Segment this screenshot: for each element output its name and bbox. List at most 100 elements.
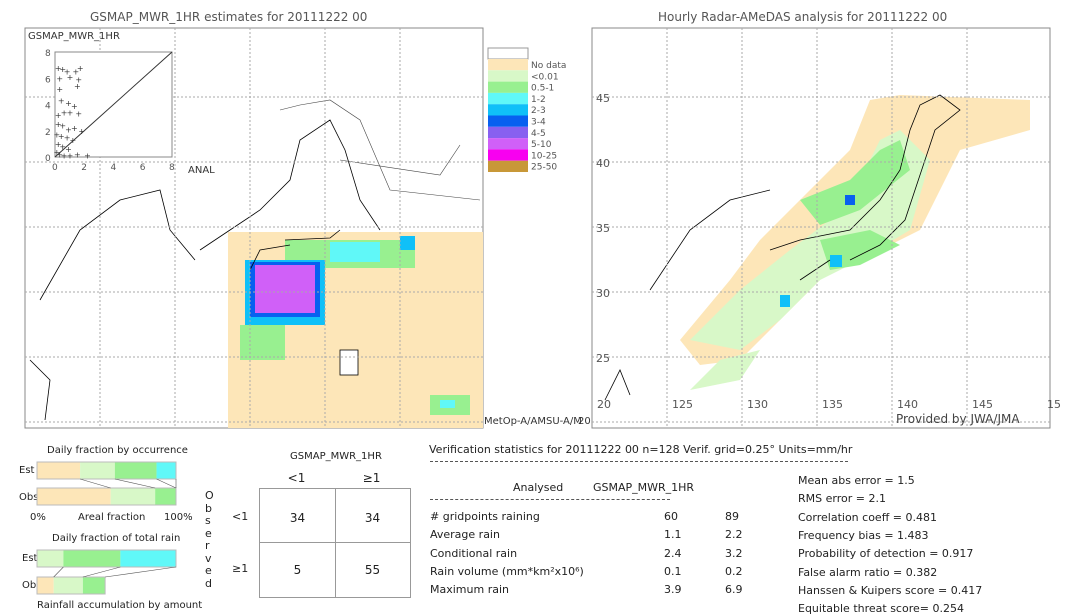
row-label: ≥1 bbox=[232, 562, 249, 575]
legend-label: 1-2 bbox=[531, 95, 546, 105]
stats-header: Verification statistics for 20111222 00 … bbox=[429, 443, 853, 456]
lat-tick: 35 bbox=[596, 222, 610, 235]
legend-swatch bbox=[488, 104, 528, 116]
lon-tick: 135 bbox=[822, 398, 843, 411]
y-tick: 2 bbox=[45, 128, 51, 138]
stat-analysed: 1.1 bbox=[664, 528, 682, 542]
table-cell: 34 bbox=[289, 511, 306, 525]
legend-label: 5-10 bbox=[531, 140, 552, 150]
inset-label: GSMAP_MWR_1HR bbox=[28, 31, 120, 42]
lat-tick: 45 bbox=[596, 92, 610, 105]
scatter-point: + bbox=[71, 124, 78, 133]
bar-segment bbox=[37, 488, 111, 505]
x-tick: 2 bbox=[81, 163, 87, 173]
legend-swatch bbox=[488, 160, 528, 172]
divider bbox=[430, 499, 670, 500]
x-tick: 0 bbox=[52, 163, 58, 173]
x-tick: 4 bbox=[111, 163, 117, 173]
legend-swatch bbox=[488, 115, 528, 127]
y-tick: 0 bbox=[45, 154, 51, 164]
col-gsmap: GSMAP_MWR_1HR bbox=[593, 481, 695, 494]
score: Equitable threat score= 0.254 bbox=[798, 602, 964, 615]
legend-swatch bbox=[488, 138, 528, 150]
stat-label: Average rain bbox=[430, 528, 500, 542]
inset-xlabel: ANAL bbox=[188, 165, 215, 176]
contingency-table: 34 34 5 55 bbox=[259, 488, 411, 598]
scatter-point: + bbox=[75, 110, 82, 119]
row-label: <1 bbox=[232, 510, 249, 523]
table-cell: 55 bbox=[364, 563, 381, 577]
scatter-point: + bbox=[74, 150, 81, 159]
legend-swatch bbox=[488, 149, 528, 161]
score: RMS error = 2.1 bbox=[798, 492, 886, 506]
col-analysed: Analysed bbox=[513, 481, 564, 494]
scatter-point: + bbox=[67, 108, 74, 117]
stat-gsmap: 89 bbox=[725, 510, 739, 523]
row-title: Observed bbox=[205, 489, 214, 590]
score: Hanssen & Kuipers score = 0.417 bbox=[798, 583, 983, 597]
scatter-point: + bbox=[56, 74, 63, 83]
lat-tick: 30 bbox=[596, 287, 610, 300]
stat-gsmap: 3.2 bbox=[725, 546, 743, 560]
bar-segment bbox=[80, 462, 115, 479]
legend-swatch bbox=[488, 92, 528, 105]
scatter-point: + bbox=[58, 97, 65, 106]
stat-label: # gridpoints raining bbox=[430, 510, 540, 523]
bar-segment bbox=[156, 462, 176, 479]
legend-label: 3-4 bbox=[531, 118, 546, 128]
lon-tick: 15 bbox=[1047, 398, 1061, 411]
scatter-point: + bbox=[78, 127, 85, 136]
legend-label: 2-3 bbox=[531, 106, 546, 116]
scatter-point: + bbox=[74, 82, 81, 91]
bar-segment bbox=[63, 550, 121, 567]
legend-label: <0.01 bbox=[531, 72, 559, 82]
score: Correlation coeff = 0.481 bbox=[798, 510, 937, 524]
legend-label: No data bbox=[531, 61, 566, 71]
legend-swatch bbox=[488, 59, 528, 71]
bar-segment bbox=[37, 462, 81, 479]
scatter-inset: +++ +++ + ++ ++ + ++ + + +++ + + +++ + +++ ++++ + + +02468… bbox=[45, 49, 175, 173]
stat-gsmap: 2.2 bbox=[725, 528, 743, 542]
scatter-point: + bbox=[84, 152, 91, 161]
x-tick: 8 bbox=[169, 163, 175, 173]
stat-label: Maximum rain bbox=[430, 583, 509, 597]
legend-swatch bbox=[488, 126, 528, 139]
scatter-point: + bbox=[67, 73, 74, 82]
lon-tick: 20 bbox=[597, 398, 611, 411]
bar-segment bbox=[37, 550, 64, 567]
legend-label: 4-5 bbox=[531, 129, 546, 139]
table-cell: 34 bbox=[364, 511, 381, 525]
bar-segment bbox=[120, 550, 176, 567]
stat-analysed: 0.1 bbox=[664, 564, 682, 578]
sensor-label: MetOp-A/AMSU-A/M bbox=[484, 416, 582, 427]
credit: Provided by JWA/JMA bbox=[896, 412, 1020, 426]
stat-label: Rain volume (mm*km²x10⁶) bbox=[430, 564, 584, 578]
stat-label: Conditional rain bbox=[430, 546, 518, 560]
score: False alarm ratio = 0.382 bbox=[798, 565, 938, 579]
score: Probability of detection = 0.917 bbox=[798, 547, 974, 561]
bar-segment bbox=[114, 462, 157, 479]
lon-tick: 125 bbox=[672, 398, 693, 411]
divider bbox=[430, 461, 848, 462]
table-cell: 5 bbox=[293, 563, 302, 577]
stat-analysed: 2.4 bbox=[664, 546, 682, 560]
y-tick: 6 bbox=[45, 75, 51, 85]
bar-segment bbox=[53, 577, 83, 594]
stat-analysed: 3.9 bbox=[664, 583, 682, 597]
bar-segment bbox=[37, 577, 54, 594]
sensor-suffix: 20 bbox=[578, 416, 591, 427]
col-label: ≥1 bbox=[362, 471, 381, 485]
y-tick: 4 bbox=[45, 102, 51, 112]
legend-label: 0.5-1 bbox=[531, 84, 554, 94]
stat-gsmap: 0.2 bbox=[725, 564, 743, 578]
right-map bbox=[591, 27, 1051, 429]
legend: No data<0.01 0.5-11-22-3 3-44-55-1010-25 25… bbox=[487, 47, 566, 173]
score: Frequency bias = 1.483 bbox=[798, 528, 929, 542]
stat-analysed: 60 bbox=[664, 510, 678, 523]
legend-label: 25-50 bbox=[531, 163, 557, 173]
lon-tick: 145 bbox=[972, 398, 993, 411]
legend-swatch bbox=[488, 81, 528, 93]
bar-segment bbox=[82, 577, 106, 594]
legend-label: 10-25 bbox=[531, 151, 557, 161]
lon-tick: 140 bbox=[897, 398, 918, 411]
